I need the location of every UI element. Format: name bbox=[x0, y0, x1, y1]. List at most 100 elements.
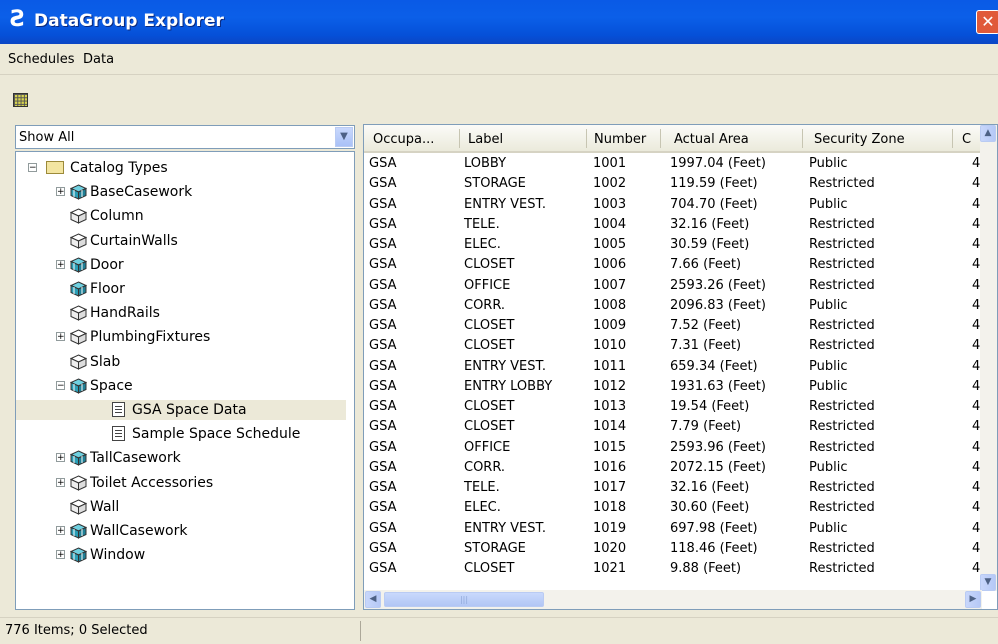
column-header-security-zone[interactable]: Security Zone bbox=[814, 132, 905, 147]
window-title: DataGroup Explorer bbox=[34, 11, 224, 31]
table-cell: GSA bbox=[369, 540, 397, 556]
table-cell: ELEC. bbox=[464, 500, 501, 516]
table-cell: 7.52 (Feet) bbox=[670, 318, 742, 333]
menu-schedules[interactable]: Schedules bbox=[8, 52, 75, 67]
tree-node[interactable]: + BaseCasework bbox=[16, 182, 346, 202]
table-cell: GSA bbox=[369, 561, 397, 576]
tree-node[interactable]: GSA Space Data bbox=[16, 400, 346, 420]
scroll-left-icon[interactable]: ◀ bbox=[365, 591, 381, 608]
horizontal-scrollbar[interactable]: ◀ ||| ▶ bbox=[364, 590, 982, 609]
tree-node[interactable]: + Window bbox=[16, 545, 346, 565]
title-bar: Ƨ DataGroup Explorer ✕ bbox=[0, 0, 998, 44]
vertical-scrollbar[interactable]: ▲ ▼ bbox=[980, 125, 997, 591]
column-header-number[interactable]: Number bbox=[594, 132, 646, 147]
catalog-tree: − Catalog Types + BaseCasework Column Curtain… bbox=[15, 151, 355, 610]
chevron-down-icon[interactable]: ▼ bbox=[335, 127, 353, 147]
column-header-occupant[interactable]: Occupa... bbox=[373, 132, 434, 147]
expand-icon[interactable]: + bbox=[56, 453, 65, 463]
scroll-right-icon[interactable]: ▶ bbox=[965, 591, 981, 608]
menu-data[interactable]: Data bbox=[83, 52, 114, 67]
table-cell: CLOSET bbox=[464, 399, 515, 414]
table-row[interactable]: GSACLOSET10107.31 (Feet)Restricted47 bbox=[364, 336, 989, 356]
table-cell: Public bbox=[809, 459, 848, 475]
expand-icon[interactable]: + bbox=[56, 187, 65, 197]
tree-node[interactable]: CurtainWalls bbox=[16, 231, 346, 251]
grid-view-icon[interactable] bbox=[13, 93, 28, 107]
table-cell: 1020 bbox=[593, 540, 627, 556]
tree-node[interactable]: Column bbox=[16, 206, 346, 226]
table-cell: Public bbox=[809, 378, 848, 394]
tree-node-label: GSA Space Data bbox=[132, 402, 247, 418]
table-row[interactable]: GSAELEC.100530.59 (Feet)Restricted47 bbox=[364, 235, 989, 255]
table-cell: GSA bbox=[369, 419, 397, 435]
tree-node[interactable]: Floor bbox=[16, 279, 346, 299]
tree-node[interactable]: Wall bbox=[16, 497, 346, 517]
table-row[interactable]: GSACLOSET10147.79 (Feet)Restricted47 bbox=[364, 417, 989, 437]
table-row[interactable]: GSAENTRY VEST.1011659.34 (Feet)Public47 bbox=[364, 357, 989, 377]
table-row[interactable]: GSACLOSET10219.88 (Feet)Restricted47 bbox=[364, 559, 989, 579]
table-cell: GSA bbox=[369, 480, 397, 495]
table-row[interactable]: GSALOBBY10011997.04 (Feet)Public47 bbox=[364, 154, 989, 174]
table-row[interactable]: GSACLOSET10097.52 (Feet)Restricted47 bbox=[364, 316, 989, 336]
horizontal-scroll-thumb[interactable]: ||| bbox=[384, 592, 544, 607]
close-button[interactable]: ✕ bbox=[976, 10, 998, 34]
table-row[interactable]: GSAENTRY VEST.1003704.70 (Feet)Public47 bbox=[364, 195, 989, 215]
table-row[interactable]: GSACLOSET10067.66 (Feet)Restricted47 bbox=[364, 255, 989, 275]
table-cell: GSA bbox=[369, 338, 397, 354]
table-cell: Restricted bbox=[809, 257, 875, 273]
tree-node[interactable]: HandRails bbox=[16, 303, 346, 323]
table-row[interactable]: GSACORR.10162072.15 (Feet)Public47 bbox=[364, 458, 989, 478]
tree-node[interactable]: + Toilet Accessories bbox=[16, 473, 346, 493]
table-cell: 1002 bbox=[593, 176, 627, 192]
table-cell: 2096.83 (Feet) bbox=[670, 297, 766, 313]
table-row[interactable]: GSAOFFICE10072593.26 (Feet)Restricted47 bbox=[364, 276, 989, 296]
expand-icon[interactable]: + bbox=[56, 550, 65, 560]
cube-outline-icon bbox=[69, 475, 88, 491]
column-header-c[interactable]: C bbox=[962, 132, 971, 147]
cube-icon bbox=[69, 281, 88, 297]
table-cell: 1016 bbox=[593, 459, 627, 475]
collapse-icon[interactable]: − bbox=[28, 163, 37, 173]
tree-node[interactable]: Slab bbox=[16, 352, 346, 372]
column-header-actual-area[interactable]: Actual Area bbox=[674, 132, 749, 147]
cube-icon bbox=[69, 450, 88, 467]
table-cell: GSA bbox=[369, 237, 397, 252]
table-row[interactable]: GSAENTRY LOBBY10121931.63 (Feet)Public47 bbox=[364, 377, 989, 397]
toolbar bbox=[0, 76, 998, 116]
table-cell: 30.59 (Feet) bbox=[670, 237, 750, 252]
expand-icon[interactable]: + bbox=[56, 259, 65, 269]
table-row[interactable]: GSASTORAGE1002119.59 (Feet)Restricted47 bbox=[364, 174, 989, 194]
app-icon: Ƨ bbox=[10, 7, 26, 32]
table-cell: LOBBY bbox=[464, 156, 507, 171]
tree-node[interactable]: − Space bbox=[16, 376, 346, 396]
scroll-down-icon[interactable]: ▼ bbox=[980, 574, 996, 591]
collapse-icon[interactable]: − bbox=[56, 380, 65, 390]
table-row[interactable]: GSATELE.101732.16 (Feet)Restricted47 bbox=[364, 478, 989, 498]
tree-node[interactable]: Sample Space Schedule bbox=[16, 424, 346, 444]
expand-icon[interactable]: + bbox=[56, 477, 65, 487]
table-row[interactable]: GSASTORAGE1020118.46 (Feet)Restricted47 bbox=[364, 539, 989, 559]
table-cell: 1007 bbox=[593, 277, 627, 293]
table-row[interactable]: GSAOFFICE10152593.96 (Feet)Restricted47 bbox=[364, 438, 989, 458]
table-row[interactable]: GSACLOSET101319.54 (Feet)Restricted47 bbox=[364, 397, 989, 417]
filter-dropdown[interactable]: Show All ▼ bbox=[15, 125, 355, 149]
scroll-up-icon[interactable]: ▲ bbox=[980, 125, 996, 142]
tree-node-label: Column bbox=[90, 208, 144, 225]
table-row[interactable]: GSAENTRY VEST.1019697.98 (Feet)Public47 bbox=[364, 519, 989, 539]
column-header-label[interactable]: Label bbox=[468, 132, 503, 147]
expand-icon[interactable]: + bbox=[56, 332, 65, 342]
table-cell: TELE. bbox=[464, 216, 500, 232]
expand-icon[interactable]: + bbox=[56, 526, 65, 536]
table-cell: 704.70 (Feet) bbox=[670, 196, 758, 212]
table-row[interactable]: GSATELE.100432.16 (Feet)Restricted47 bbox=[364, 215, 989, 235]
tree-node[interactable]: + Door bbox=[16, 255, 346, 275]
table-cell: 1931.63 (Feet) bbox=[670, 378, 766, 394]
tree-node[interactable]: + PlumbingFixtures bbox=[16, 327, 346, 347]
tree-node[interactable]: − Catalog Types bbox=[16, 158, 346, 178]
table-row[interactable]: GSACORR.10082096.83 (Feet)Public47 bbox=[364, 296, 989, 316]
table-cell: 697.98 (Feet) bbox=[670, 520, 758, 536]
table-cell: 119.59 (Feet) bbox=[670, 176, 758, 192]
tree-node[interactable]: + TallCasework bbox=[16, 448, 346, 468]
tree-node[interactable]: + WallCasework bbox=[16, 521, 346, 541]
table-row[interactable]: GSAELEC.101830.60 (Feet)Restricted47 bbox=[364, 498, 989, 518]
